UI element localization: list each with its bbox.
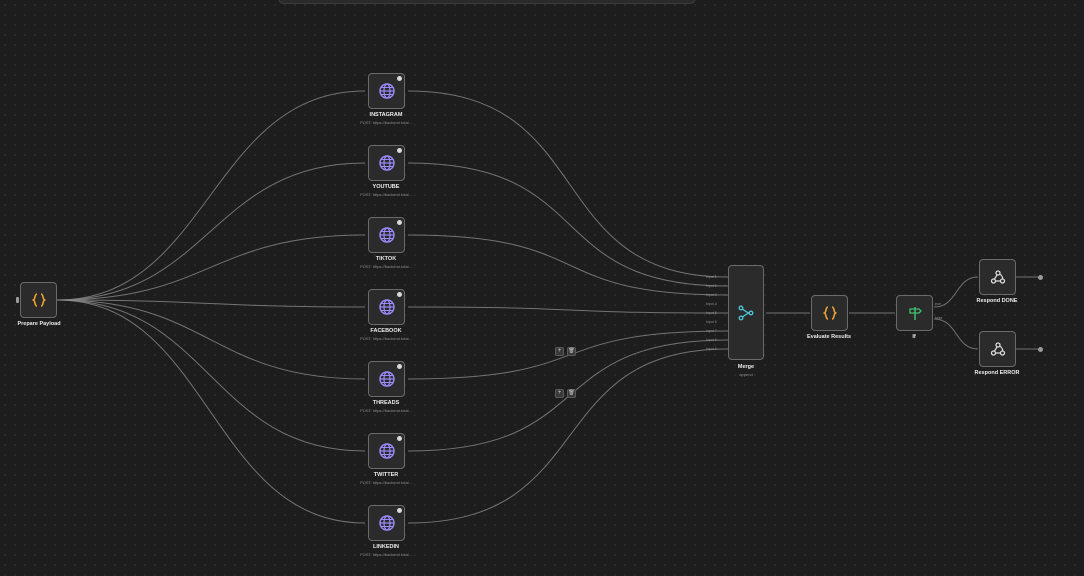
node-respond-error[interactable]	[979, 331, 1016, 367]
node-threads[interactable]	[368, 361, 405, 397]
webhook-icon	[990, 270, 1005, 284]
node-sublabel: append	[739, 372, 753, 377]
merge-input-label: Input 2	[706, 284, 717, 288]
merge-input-label: Input 4	[706, 302, 717, 306]
output-handle[interactable]	[1038, 275, 1043, 280]
node-instagram[interactable]	[368, 73, 405, 109]
node-label: TWITTER	[373, 472, 399, 478]
globe-icon	[378, 515, 395, 531]
node-label: Evaluate Results	[806, 334, 852, 340]
node-sublabel: POST: https://backend.total...	[360, 480, 412, 485]
edge-prepare-tiktok	[56, 234, 366, 301]
node-linkedin[interactable]	[368, 505, 405, 541]
merge-icon	[738, 305, 754, 320]
node-label: Prepare Payload	[17, 321, 61, 327]
node-if[interactable]	[896, 295, 933, 331]
node-label: Respond ERROR	[974, 370, 1020, 376]
merge-input-label: Input 9	[706, 347, 717, 351]
edge-prepare-youtube	[56, 162, 366, 301]
node-facebook[interactable]	[368, 289, 405, 325]
node-sublabel: POST: https://backend.total...	[360, 552, 412, 557]
edge-delete-button[interactable]: 🗑	[567, 389, 576, 398]
node-youtube[interactable]	[368, 145, 405, 181]
signpost-icon	[908, 307, 922, 320]
edge-delete-button[interactable]: 🗑	[567, 347, 576, 356]
merge-input-label: Input 6	[706, 320, 717, 324]
node-sublabel: POST: https://backend.total...	[360, 264, 412, 269]
edge-prepare-facebook	[56, 299, 366, 308]
merge-input-label: Input 1	[706, 275, 717, 279]
node-sublabel: POST: https://backend.total...	[360, 336, 412, 341]
node-prepare-payload[interactable]	[20, 282, 57, 318]
node-label: THREADS	[372, 400, 400, 406]
edge-prepare-instagram	[56, 90, 366, 301]
merge-input-label: Input 8	[706, 338, 717, 342]
prepare-input-port[interactable]	[16, 297, 19, 303]
edge-add-button[interactable]: +	[555, 389, 564, 398]
node-label: Merge	[737, 364, 755, 370]
trigger-badge-icon	[397, 220, 402, 225]
globe-icon	[378, 155, 395, 171]
node-label: If	[912, 334, 916, 340]
edge-linkedin-merge	[407, 348, 729, 524]
globe-icon	[378, 443, 395, 459]
node-label: LINKEDIN	[373, 544, 399, 550]
node-label: FACEBOOK	[370, 328, 402, 334]
node-label: Respond DONE	[976, 298, 1018, 304]
globe-icon	[378, 299, 395, 315]
node-evaluate-results[interactable]	[811, 295, 848, 331]
code-braces-icon	[822, 306, 837, 320]
edge-facebook-merge	[407, 306, 729, 314]
edge-if-error	[933, 318, 979, 350]
connections-layer	[56, 90, 1038, 524]
trigger-badge-icon	[397, 76, 402, 81]
node-tiktok[interactable]	[368, 217, 405, 253]
globe-icon	[378, 83, 395, 99]
node-sublabel: POST: https://backend.total...	[360, 408, 412, 413]
trigger-badge-icon	[397, 148, 402, 153]
globe-icon	[378, 371, 395, 387]
edge-prepare-linkedin	[56, 299, 366, 524]
node-label: YOUTUBE	[372, 184, 400, 190]
trigger-badge-icon	[397, 364, 402, 369]
trigger-badge-icon	[397, 436, 402, 441]
node-label: INSTAGRAM	[369, 112, 403, 118]
code-braces-icon	[31, 293, 46, 307]
edge-instagram-merge	[407, 90, 729, 278]
node-label: TIKTOK	[375, 256, 397, 262]
node-twitter[interactable]	[368, 433, 405, 469]
output-handle[interactable]	[1038, 347, 1043, 352]
merge-input-label: Input 5	[706, 311, 717, 315]
node-sublabel: POST: https://backend.total...	[360, 120, 412, 125]
trigger-badge-icon	[397, 292, 402, 297]
if-false-label: false	[935, 316, 943, 320]
edge-prepare-twitter	[56, 299, 366, 452]
trigger-badge-icon	[397, 508, 402, 513]
merge-input-label: Input 7	[706, 329, 717, 333]
edge-tiktok-merge	[407, 234, 729, 296]
globe-icon	[378, 227, 395, 243]
merge-input-label: Input 3	[706, 293, 717, 297]
if-true-label: true	[935, 302, 942, 306]
edge-prepare-threads	[56, 299, 366, 380]
node-sublabel: POST: https://backend.total...	[360, 192, 412, 197]
webhook-icon	[990, 342, 1005, 356]
node-respond-done[interactable]	[979, 259, 1016, 295]
edge-add-button[interactable]: +	[555, 347, 564, 356]
node-merge[interactable]	[728, 265, 764, 360]
